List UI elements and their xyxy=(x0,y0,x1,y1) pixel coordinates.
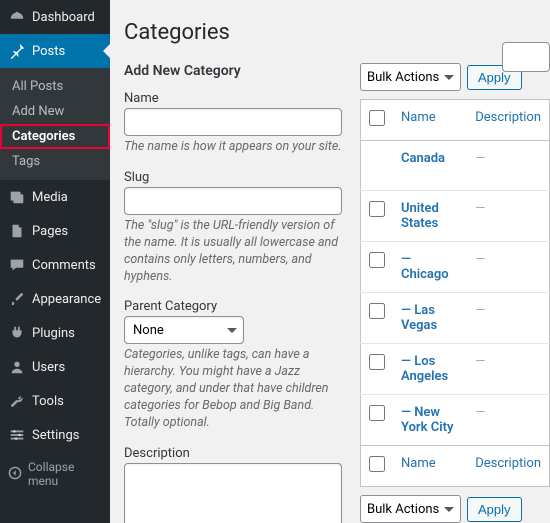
category-description: — xyxy=(475,151,485,166)
menu-label: Comments xyxy=(32,258,96,273)
menu-dashboard[interactable]: Dashboard xyxy=(0,0,110,34)
category-name-link[interactable]: — Las Vegas xyxy=(401,303,437,333)
submenu-tags[interactable]: Tags xyxy=(0,149,110,174)
category-description: — xyxy=(475,303,485,318)
category-name-link[interactable]: Canada xyxy=(401,151,445,166)
menu-label: Pages xyxy=(32,224,68,239)
menu-pages[interactable]: Pages xyxy=(0,214,110,248)
media-icon xyxy=(8,188,26,206)
table-row: — Chicago — xyxy=(361,242,550,293)
bulk-actions-bottom: Bulk Actions Apply xyxy=(360,495,550,523)
categories-table: Name Description Canada—United States—— … xyxy=(360,99,550,487)
menu-posts[interactable]: Posts xyxy=(0,34,110,68)
menu-label: Settings xyxy=(32,428,79,443)
user-icon xyxy=(8,358,26,376)
dashboard-icon xyxy=(8,8,26,26)
name-help: The name is how it appears on your site. xyxy=(124,139,342,156)
parent-select[interactable]: None xyxy=(124,316,244,344)
category-description: — xyxy=(475,201,485,216)
parent-help: Categories, unlike tags, can have a hier… xyxy=(124,347,342,431)
search-input[interactable] xyxy=(502,42,550,72)
brush-icon xyxy=(8,290,26,308)
select-all-checkbox-bottom[interactable] xyxy=(369,456,385,472)
main-content: Categories Add New Category Name The nam… xyxy=(110,0,550,523)
wrench-icon xyxy=(8,392,26,410)
category-list-panel: Bulk Actions Apply Name Description Cana… xyxy=(360,63,550,523)
table-row: United States — xyxy=(361,191,550,242)
col-description: Description xyxy=(467,100,549,141)
submenu-categories[interactable]: Categories xyxy=(0,124,110,149)
category-name-link[interactable]: — Los Angeles xyxy=(401,354,448,384)
menu-label: Users xyxy=(32,360,65,375)
menu-users[interactable]: Users xyxy=(0,350,110,384)
menu-settings[interactable]: Settings xyxy=(0,418,110,452)
table-row: — Las Vegas — xyxy=(361,293,550,344)
row-checkbox[interactable] xyxy=(369,252,385,268)
bulk-actions-select-bottom[interactable]: Bulk Actions xyxy=(360,495,461,523)
menu-label: Appearance xyxy=(32,292,101,307)
menu-tools[interactable]: Tools xyxy=(0,384,110,418)
settings-icon xyxy=(8,426,26,444)
row-checkbox[interactable] xyxy=(369,405,385,421)
menu-label: Posts xyxy=(32,44,65,59)
slug-input[interactable] xyxy=(124,187,342,215)
category-description: — xyxy=(475,354,485,369)
row-checkbox[interactable] xyxy=(369,201,385,217)
name-label: Name xyxy=(124,91,342,106)
name-input[interactable] xyxy=(124,108,342,136)
add-category-form: Add New Category Name The name is how it… xyxy=(124,63,342,523)
menu-label: Plugins xyxy=(32,326,75,341)
admin-sidebar: Dashboard Posts All Posts Add New Catego… xyxy=(0,0,110,523)
menu-plugins[interactable]: Plugins xyxy=(0,316,110,350)
col-name: Name xyxy=(393,100,467,141)
menu-label: Tools xyxy=(32,394,64,409)
parent-label: Parent Category xyxy=(124,299,342,314)
table-row: Canada — xyxy=(361,141,550,191)
submenu-add-new[interactable]: Add New xyxy=(0,99,110,124)
category-name-link[interactable]: — New York City xyxy=(401,405,453,435)
category-name-link[interactable]: — Chicago xyxy=(401,252,449,282)
menu-label: Dashboard xyxy=(32,10,95,25)
slug-label: Slug xyxy=(124,170,342,185)
category-description: — xyxy=(475,252,485,267)
plug-icon xyxy=(8,324,26,342)
comment-icon xyxy=(8,256,26,274)
desc-textarea[interactable] xyxy=(124,463,342,523)
menu-media[interactable]: Media xyxy=(0,180,110,214)
menu-label: Media xyxy=(32,190,68,205)
submenu-all-posts[interactable]: All Posts xyxy=(0,74,110,99)
slug-help: The "slug" is the URL-friendly version o… xyxy=(124,218,342,286)
form-heading: Add New Category xyxy=(124,63,342,79)
page-title: Categories xyxy=(124,20,550,45)
bulk-actions-select[interactable]: Bulk Actions xyxy=(360,63,461,91)
table-row: — New York City — xyxy=(361,395,550,446)
page-icon xyxy=(8,222,26,240)
table-row: — Los Angeles — xyxy=(361,344,550,395)
category-name-link[interactable]: United States xyxy=(401,201,439,231)
select-all-checkbox[interactable] xyxy=(369,110,385,126)
row-checkbox[interactable] xyxy=(369,354,385,370)
menu-comments[interactable]: Comments xyxy=(0,248,110,282)
collapse-menu[interactable]: Collapse menu xyxy=(0,452,110,496)
pin-icon xyxy=(8,42,26,60)
category-description: — xyxy=(475,405,485,420)
desc-label: Description xyxy=(124,446,342,461)
row-checkbox[interactable] xyxy=(369,303,385,319)
collapse-label: Collapse menu xyxy=(28,460,102,488)
submenu-posts: All Posts Add New Categories Tags xyxy=(0,68,110,180)
menu-appearance[interactable]: Appearance xyxy=(0,282,110,316)
collapse-icon xyxy=(8,466,22,483)
apply-button-bottom[interactable]: Apply xyxy=(467,497,522,522)
